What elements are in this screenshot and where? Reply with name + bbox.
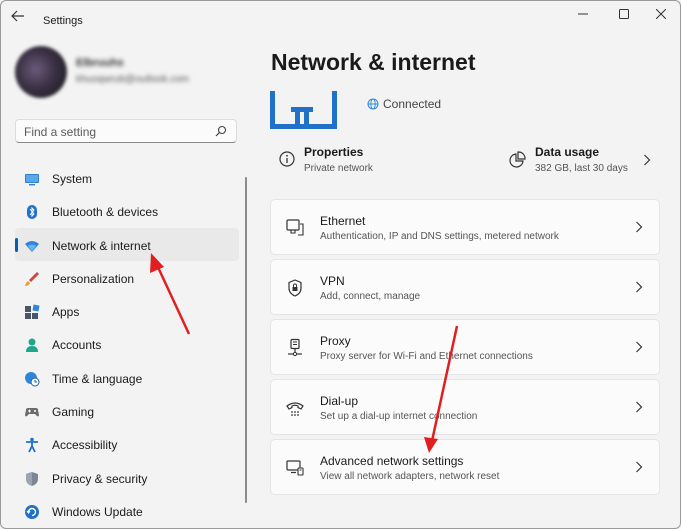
card-subtitle: Proxy server for Wi-Fi and Ethernet conn… bbox=[320, 351, 533, 362]
sidebar-item-personalization[interactable]: Personalization bbox=[15, 261, 239, 294]
monitor-icon bbox=[25, 174, 39, 186]
sidebar-scrollbar[interactable] bbox=[245, 177, 247, 503]
apps-icon bbox=[25, 304, 40, 320]
sidebar-nav: System Bluetooth & devices Network & int… bbox=[15, 161, 239, 527]
chevron-right-icon bbox=[636, 281, 643, 293]
sidebar-item-time-language[interactable]: Time & language bbox=[15, 361, 239, 394]
connection-status-text: Connected bbox=[383, 97, 442, 111]
maximize-button[interactable] bbox=[607, 5, 641, 25]
sidebar-item-network[interactable]: Network & internet bbox=[15, 227, 239, 261]
card-subtitle: Set up a dial-up internet connection bbox=[320, 411, 478, 422]
card-subtitle: View all network adapters, network reset bbox=[320, 471, 500, 482]
settings-window: Settings Elbruuhs khuoqwrub@outlook.com … bbox=[0, 0, 681, 529]
accessibility-icon bbox=[26, 438, 38, 453]
user-email: khuoqwrub@outlook.com bbox=[76, 74, 189, 85]
sidebar-item-label: Privacy & security bbox=[52, 471, 148, 486]
data-usage-title: Data usage bbox=[535, 145, 600, 159]
sidebar-item-label: Personalization bbox=[52, 271, 135, 286]
chevron-right-icon bbox=[644, 154, 651, 166]
close-icon bbox=[656, 9, 666, 19]
card-advanced-network[interactable]: Advanced network settings View all netwo… bbox=[270, 439, 660, 495]
search-placeholder: Find a setting bbox=[24, 125, 97, 139]
card-title: VPN bbox=[320, 274, 345, 288]
avatar[interactable] bbox=[15, 46, 67, 98]
card-subtitle: Authentication, IP and DNS settings, met… bbox=[320, 231, 559, 242]
card-subtitle: Add, connect, manage bbox=[320, 291, 421, 302]
vpn-shield-icon bbox=[288, 279, 302, 297]
close-button[interactable] bbox=[644, 5, 678, 25]
sidebar-item-label: Gaming bbox=[52, 405, 95, 420]
bluetooth-icon bbox=[27, 205, 37, 220]
sidebar-item-accessibility[interactable]: Accessibility bbox=[15, 427, 239, 460]
sidebar-item-label: Network & internet bbox=[52, 238, 151, 253]
card-title: Dial-up bbox=[320, 394, 359, 408]
page-title: Network & internet bbox=[271, 49, 476, 75]
card-title: Ethernet bbox=[320, 214, 366, 228]
sidebar-item-system[interactable]: System bbox=[15, 161, 239, 194]
wifi-icon bbox=[25, 240, 39, 252]
sidebar-item-accounts[interactable]: Accounts bbox=[15, 327, 239, 360]
sidebar-item-bluetooth[interactable]: Bluetooth & devices bbox=[15, 194, 239, 227]
chevron-right-icon bbox=[636, 461, 643, 473]
chevron-right-icon bbox=[636, 401, 643, 413]
card-title: Advanced network settings bbox=[320, 454, 464, 468]
pie-chart-icon bbox=[509, 151, 526, 168]
ethernet-hero-icon bbox=[270, 91, 337, 129]
maximize-icon bbox=[619, 9, 629, 19]
network-pc-icon bbox=[286, 460, 304, 476]
globe-clock-icon bbox=[25, 371, 40, 387]
sidebar-item-label: Accounts bbox=[52, 338, 102, 353]
chevron-right-icon bbox=[636, 221, 643, 233]
shield-icon bbox=[26, 471, 38, 486]
info-icon bbox=[279, 151, 295, 167]
back-arrow-icon bbox=[11, 10, 24, 22]
sidebar-item-label: Bluetooth & devices bbox=[52, 205, 159, 220]
brush-icon bbox=[25, 271, 39, 286]
active-indicator bbox=[15, 237, 18, 252]
ethernet-icon bbox=[286, 219, 304, 236]
sidebar-item-label: Time & language bbox=[52, 371, 143, 386]
update-icon bbox=[25, 504, 39, 519]
card-ethernet[interactable]: Ethernet Authentication, IP and DNS sett… bbox=[270, 199, 660, 255]
properties-row: Properties Private network Data usage 38… bbox=[271, 141, 661, 185]
sidebar-item-gaming[interactable]: Gaming bbox=[15, 394, 239, 427]
sidebar-item-label: Windows Update bbox=[52, 504, 143, 519]
person-icon bbox=[26, 338, 38, 353]
back-button[interactable] bbox=[11, 9, 31, 25]
card-vpn[interactable]: VPN Add, connect, manage bbox=[270, 259, 660, 315]
sidebar-item-apps[interactable]: Apps bbox=[15, 294, 239, 327]
proxy-icon bbox=[288, 338, 302, 357]
properties-title: Properties bbox=[304, 145, 364, 159]
sidebar-item-windows-update[interactable]: Windows Update bbox=[15, 494, 239, 527]
search-input[interactable]: Find a setting bbox=[15, 119, 237, 143]
properties-subtitle: Private network bbox=[304, 163, 373, 174]
minimize-icon bbox=[578, 13, 588, 15]
sidebar-item-label: Apps bbox=[52, 305, 80, 320]
minimize-button[interactable] bbox=[566, 5, 600, 25]
chevron-right-icon bbox=[636, 341, 643, 353]
search-icon bbox=[215, 125, 227, 137]
sidebar-item-label: Accessibility bbox=[52, 438, 118, 453]
card-dialup[interactable]: Dial-up Set up a dial-up internet connec… bbox=[270, 379, 660, 435]
window-title: Settings bbox=[43, 15, 83, 27]
gamepad-icon bbox=[25, 408, 39, 417]
card-title: Proxy bbox=[320, 334, 351, 348]
sidebar-item-label: System bbox=[52, 172, 93, 186]
globe-icon bbox=[367, 98, 379, 110]
dialup-icon bbox=[286, 402, 304, 416]
card-proxy[interactable]: Proxy Proxy server for Wi-Fi and Etherne… bbox=[270, 319, 660, 375]
data-usage-subtitle: 382 GB, last 30 days bbox=[535, 163, 628, 174]
sidebar-item-privacy[interactable]: Privacy & security bbox=[15, 461, 239, 494]
user-name: Elbruuhs bbox=[76, 57, 124, 69]
title-bar: Settings bbox=[1, 1, 680, 33]
